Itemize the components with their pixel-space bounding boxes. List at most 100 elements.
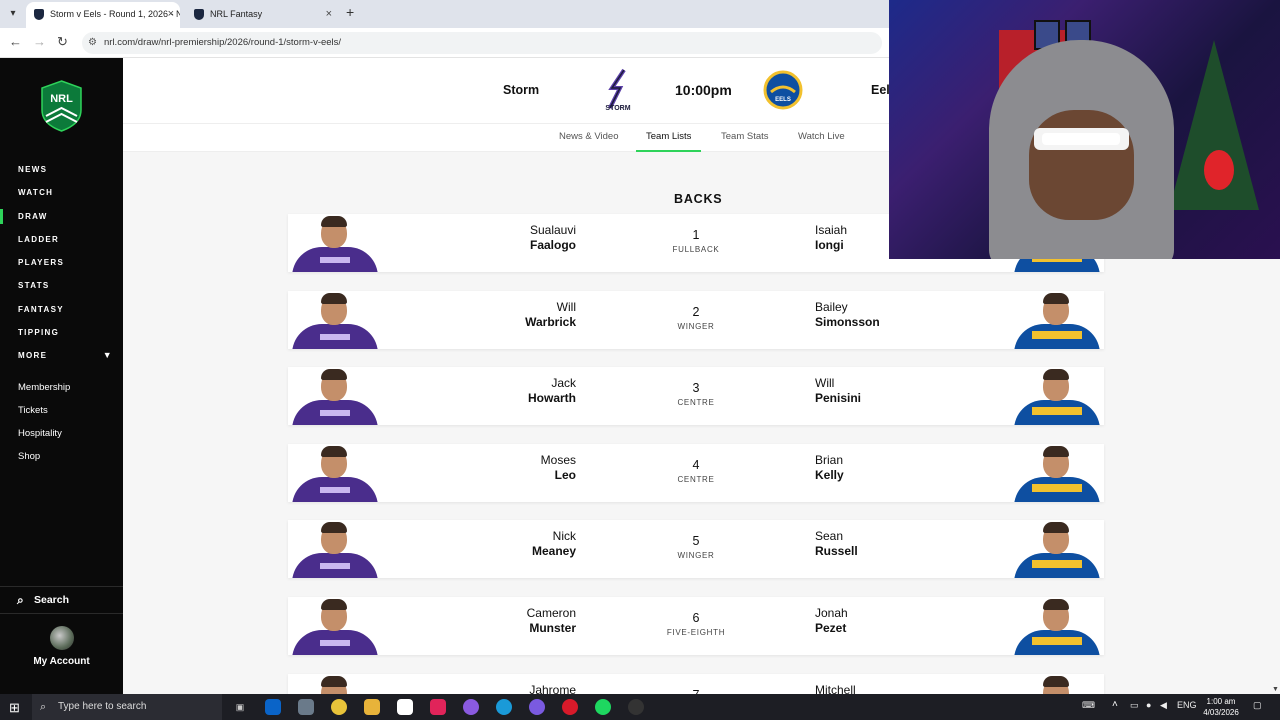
browser-tab-active[interactable]: Storm v Eels - Round 1, 2026 - N × bbox=[26, 2, 180, 28]
opera-icon[interactable] bbox=[562, 699, 578, 715]
network-icon[interactable]: ▭ bbox=[1130, 700, 1139, 711]
home-player-photo[interactable] bbox=[288, 214, 382, 272]
tray-expand-icon[interactable]: ˄ bbox=[1112, 699, 1118, 710]
away-player-photo[interactable] bbox=[1010, 597, 1104, 655]
language-indicator[interactable]: ENG bbox=[1177, 700, 1197, 710]
home-player-photo[interactable] bbox=[288, 674, 382, 694]
home-player-name[interactable]: Cameron Munster bbox=[527, 606, 576, 636]
volume-icon[interactable]: ◀ bbox=[1160, 700, 1167, 711]
eels-crest-text: EELS bbox=[775, 97, 791, 103]
away-player-name[interactable]: Will Penisini bbox=[815, 376, 861, 406]
close-tab-icon[interactable]: × bbox=[168, 2, 174, 26]
home-player-photo[interactable] bbox=[288, 444, 382, 502]
home-player-photo[interactable] bbox=[288, 367, 382, 426]
home-player-photo[interactable] bbox=[288, 520, 382, 579]
team-list-row[interactable]: Will Warbrick 2 WINGER Bailey Simonsson bbox=[288, 290, 1104, 349]
link-tickets[interactable]: Tickets bbox=[0, 399, 123, 422]
search-icon: ⌕ bbox=[40, 701, 47, 713]
home-player-name[interactable]: Sualauvi Faalogo bbox=[530, 223, 576, 253]
eels-crest-icon[interactable]: EELS bbox=[763, 70, 803, 110]
sidebar-search-button[interactable]: ⌕ Search bbox=[0, 586, 123, 614]
nav-label: MORE bbox=[18, 351, 48, 361]
tab-list-chevron-icon[interactable]: ▾ bbox=[4, 5, 22, 23]
outlook-icon[interactable] bbox=[265, 699, 281, 715]
home-player-photo[interactable] bbox=[288, 291, 382, 349]
home-player-name[interactable]: Nick Meaney bbox=[532, 529, 576, 559]
back-arrow-icon[interactable]: ← bbox=[9, 34, 22, 49]
away-player-photo[interactable] bbox=[1010, 520, 1104, 579]
away-player-photo[interactable] bbox=[1010, 674, 1104, 694]
away-player-name[interactable]: Mitchell bbox=[815, 683, 856, 694]
away-player-name[interactable]: Brian Kelly bbox=[815, 453, 844, 483]
browser-tab-fantasy[interactable]: NRL Fantasy × bbox=[186, 2, 338, 28]
tab-team-lists[interactable]: Team Lists bbox=[635, 131, 702, 152]
capcut-icon[interactable] bbox=[397, 699, 413, 715]
nav-players[interactable]: PLAYERS bbox=[0, 251, 123, 274]
tab-team-stats[interactable]: Team Stats bbox=[721, 131, 769, 142]
microphone-icon[interactable]: ● bbox=[1146, 700, 1151, 710]
away-player-name[interactable]: Bailey Simonsson bbox=[815, 300, 880, 330]
edge-icon[interactable] bbox=[496, 699, 512, 715]
link-membership[interactable]: Membership bbox=[0, 376, 123, 399]
team-list-row[interactable]: Jahrome7Mitchell bbox=[288, 673, 1104, 694]
team-list-row[interactable]: Moses Leo 4 CENTRE Brian Kelly bbox=[288, 443, 1104, 502]
home-player-name[interactable]: Will Warbrick bbox=[525, 300, 576, 330]
file-explorer-icon[interactable] bbox=[364, 699, 380, 715]
app-icon[interactable] bbox=[529, 699, 545, 715]
position-label: CENTRE bbox=[677, 474, 715, 484]
forward-arrow-icon[interactable]: → bbox=[33, 34, 46, 49]
home-player-name[interactable]: Moses Leo bbox=[541, 453, 576, 483]
tab-watch-live[interactable]: Watch Live bbox=[798, 131, 845, 142]
link-shop[interactable]: Shop bbox=[0, 445, 123, 468]
nav-fantasy[interactable]: FANTASY bbox=[0, 298, 123, 321]
nav-stats[interactable]: STATS bbox=[0, 274, 123, 297]
nav-draw[interactable]: DRAW bbox=[0, 205, 123, 228]
keyboard-icon[interactable]: ⌨ bbox=[1082, 700, 1095, 711]
taskbar-clock[interactable]: 1:00 am 4/03/2026 bbox=[1198, 696, 1244, 718]
obs-icon[interactable] bbox=[628, 699, 644, 715]
home-player-photo[interactable] bbox=[288, 597, 382, 655]
app-circle-icon[interactable] bbox=[463, 699, 479, 715]
storm-crest-text: STORM bbox=[605, 105, 630, 112]
nav-tipping[interactable]: TIPPING bbox=[0, 321, 123, 344]
home-player-name[interactable]: Jack Howarth bbox=[528, 376, 576, 406]
away-player-name[interactable]: Sean Russell bbox=[815, 529, 858, 559]
position-label: FIVE-EIGHTH bbox=[666, 628, 726, 637]
nav-news[interactable]: NEWS bbox=[0, 158, 123, 181]
new-tab-button[interactable]: + bbox=[346, 4, 354, 20]
app-icon[interactable] bbox=[298, 699, 314, 715]
nav-watch[interactable]: WATCH bbox=[0, 181, 123, 204]
url-field[interactable]: ⚙ nrl.com/draw/nrl-premiership/2026/roun… bbox=[82, 32, 882, 54]
home-player-name[interactable]: Jahrome bbox=[529, 683, 576, 694]
team-list-row[interactable]: Cameron Munster 6 FIVE-EIGHTH Jonah Pezet bbox=[288, 597, 1104, 655]
tiktok-icon[interactable] bbox=[430, 699, 446, 715]
spotify-icon[interactable] bbox=[595, 699, 611, 715]
away-player-photo[interactable] bbox=[1010, 444, 1104, 502]
tab-news-video[interactable]: News & Video bbox=[559, 131, 619, 142]
player-hair bbox=[1043, 369, 1069, 381]
team-list-row[interactable]: Nick Meaney 5 WINGER Sean Russell bbox=[288, 520, 1104, 579]
away-player-name[interactable]: Isaiah Iongi bbox=[815, 223, 847, 253]
nav-ladder[interactable]: LADDER bbox=[0, 228, 123, 251]
notifications-icon[interactable]: ▢ bbox=[1253, 700, 1262, 711]
nav-more[interactable]: MORE ▼ bbox=[0, 344, 123, 367]
task-view-icon[interactable]: ▣ bbox=[232, 699, 248, 715]
my-account-button[interactable]: My Account bbox=[0, 626, 123, 682]
storm-crest-icon[interactable]: STORM bbox=[598, 68, 638, 112]
away-player-name[interactable]: Jonah Pezet bbox=[815, 606, 848, 636]
team-list-row[interactable]: Jack Howarth 3 CENTRE Will Penisini bbox=[288, 367, 1104, 426]
scroll-down-icon[interactable]: ▼ bbox=[1272, 686, 1279, 693]
away-player-photo[interactable] bbox=[1010, 367, 1104, 426]
reload-icon[interactable]: ↻ bbox=[57, 34, 68, 50]
close-tab-icon[interactable]: × bbox=[326, 2, 332, 26]
chrome-icon[interactable] bbox=[331, 699, 347, 715]
jersey-number: 5 bbox=[692, 534, 700, 549]
taskbar-search[interactable]: ⌕ Type here to search bbox=[32, 694, 222, 720]
home-team-name[interactable]: Storm bbox=[503, 83, 539, 97]
site-info-icon[interactable]: ⚙ bbox=[88, 32, 97, 54]
nrl-logo[interactable]: NRL bbox=[40, 80, 83, 132]
windows-start-icon[interactable]: ⊞ bbox=[9, 700, 20, 716]
link-hospitality[interactable]: Hospitality bbox=[0, 422, 123, 445]
away-player-photo[interactable] bbox=[1010, 291, 1104, 349]
player-hair bbox=[321, 369, 347, 381]
